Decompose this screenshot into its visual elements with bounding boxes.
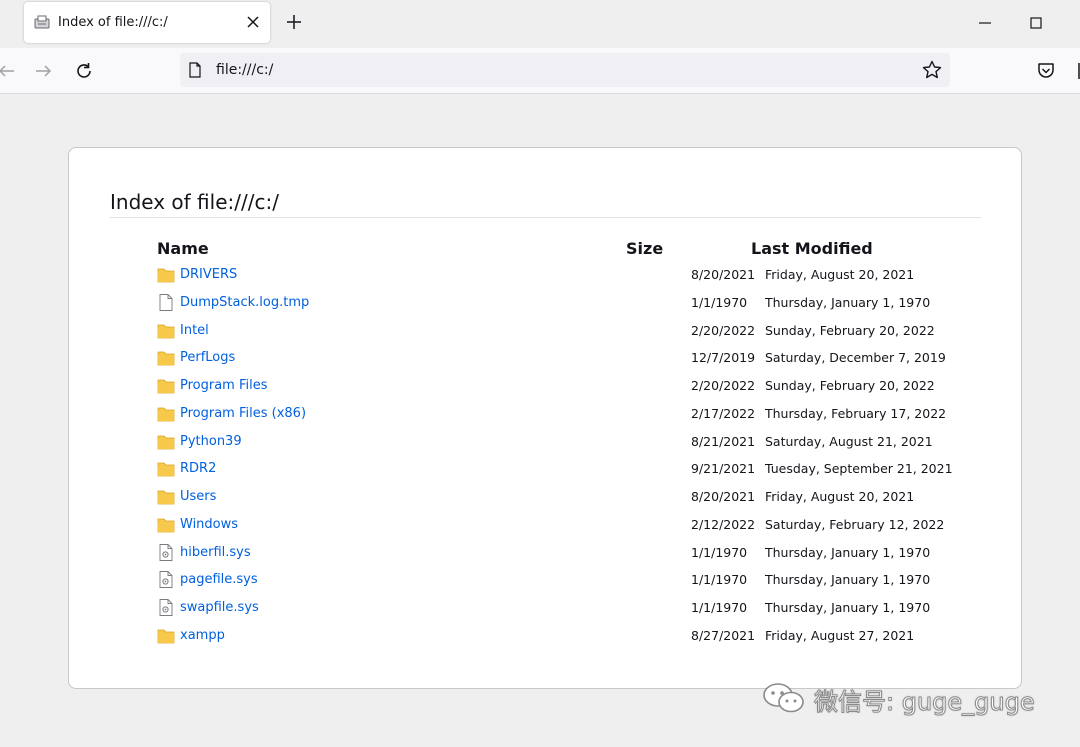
modified-date-full: Saturday, December 7, 2019 (765, 350, 946, 365)
file-list-row[interactable]: PerfLogs 12/7/2019 Saturday, December 7, 2… (157, 346, 957, 370)
file-list-row[interactable]: swapfile.sys 1/1/1970 Thursday, January 1,… (157, 596, 957, 620)
folder-icon (157, 266, 175, 283)
modified-date: 8/21/2021 (691, 434, 756, 449)
modified-date-full: Thursday, January 1, 1970 (765, 600, 931, 615)
pocket-icon[interactable] (1034, 59, 1058, 83)
file-name-link[interactable]: Python39 (180, 434, 242, 449)
file-name-link[interactable]: hiberfil.sys (180, 545, 251, 560)
modified-date: 9/21/2021 (691, 461, 756, 476)
modified-date: 8/27/2021 (691, 628, 756, 643)
divider (110, 217, 981, 218)
tab-active[interactable]: Index of file:///c:/ (24, 2, 270, 43)
folder-icon (157, 488, 175, 505)
modified-date: 12/7/2019 (691, 350, 756, 365)
arrow-right-icon[interactable] (30, 58, 56, 84)
modified-date: 2/20/2022 (691, 323, 756, 338)
file-name-link[interactable]: Users (180, 489, 216, 504)
directory-listing-card: Index of file:///c:/ Name Size Last Modi… (68, 147, 1022, 689)
modified-date-full: Thursday, January 1, 1970 (765, 545, 931, 560)
watermark: 微信号: guge_guge (760, 678, 1060, 718)
modified-date: 1/1/1970 (691, 600, 748, 615)
folder-icon (157, 405, 175, 422)
file-list-row[interactable]: RDR2 9/21/2021 Tuesday, September 21, 2021 (157, 457, 957, 481)
file-name-link[interactable]: PerfLogs (180, 350, 235, 365)
file-list-row[interactable]: hiberfil.sys 1/1/1970 Thursday, January 1,… (157, 541, 957, 565)
folder-icon (157, 349, 175, 366)
tab-title: Index of file:///c:/ (58, 15, 168, 30)
file-name-link[interactable]: xampp (180, 628, 225, 643)
modified-date: 1/1/1970 (691, 545, 748, 560)
reload-icon[interactable] (71, 58, 97, 84)
column-header-last-modified[interactable]: Last Modified (751, 239, 873, 258)
modified-date-full: Friday, August 27, 2021 (765, 628, 915, 643)
file-name-link[interactable]: swapfile.sys (180, 600, 259, 615)
star-icon[interactable] (921, 59, 943, 81)
folder-icon (157, 433, 175, 450)
modified-date: 1/1/1970 (691, 572, 748, 587)
navigation-toolbar: file:///c:/ (0, 48, 1080, 94)
folder-icon (157, 516, 175, 533)
file-list-row[interactable]: DumpStack.log.tmp 1/1/1970 Thursday, Janua… (157, 291, 957, 315)
arrow-left-icon[interactable] (0, 58, 20, 84)
modified-date: 8/20/2021 (691, 489, 756, 504)
modified-date-full: Thursday, January 1, 1970 (765, 572, 931, 587)
file-list-row[interactable]: Users 8/20/2021 Friday, August 20, 2021 (157, 485, 957, 509)
modified-date-full: Sunday, February 20, 2022 (765, 323, 935, 338)
folder-icon (157, 460, 175, 477)
folder-icon (157, 322, 175, 339)
file-name-link[interactable]: DRIVERS (180, 267, 237, 282)
modified-date-full: Sunday, February 20, 2022 (765, 378, 935, 393)
file-list-row[interactable]: pagefile.sys 1/1/1970 Thursday, January 1,… (157, 568, 957, 592)
system-file-icon (157, 571, 175, 588)
file-list-row[interactable]: Python39 8/21/2021 Saturday, August 21, 20… (157, 430, 957, 454)
file-list-row[interactable]: Intel 2/20/2022 Sunday, February 20, 2022 (157, 319, 957, 343)
modified-date: 2/12/2022 (691, 517, 756, 532)
page-title: Index of file:///c:/ (110, 190, 279, 214)
modified-date-full: Saturday, August 21, 2021 (765, 434, 933, 449)
modified-date: 8/20/2021 (691, 267, 756, 282)
watermark-text: 微信号: guge_guge (814, 688, 1036, 717)
printer-page-icon (34, 15, 50, 29)
modified-date-full: Friday, August 20, 2021 (765, 267, 915, 282)
url-bar[interactable]: file:///c:/ (180, 53, 950, 87)
plus-icon[interactable] (282, 10, 306, 34)
modified-date: 1/1/1970 (691, 295, 748, 310)
system-file-icon (157, 599, 175, 616)
file-name-link[interactable]: Intel (180, 323, 209, 338)
column-header-size[interactable]: Size (626, 239, 663, 258)
modified-date: 2/17/2022 (691, 406, 756, 421)
folder-icon (157, 627, 175, 644)
menu-overflow-icon[interactable] (1072, 58, 1080, 84)
minimize-icon[interactable] (970, 8, 1000, 38)
file-name-link[interactable]: Program Files (180, 378, 268, 393)
modified-date: 2/20/2022 (691, 378, 756, 393)
folder-icon (157, 377, 175, 394)
modified-date-full: Thursday, January 1, 1970 (765, 295, 931, 310)
maximize-icon[interactable] (1021, 8, 1051, 38)
page-icon (189, 62, 201, 78)
file-name-link[interactable]: Windows (180, 517, 238, 532)
wechat-icon (763, 683, 804, 713)
file-name-link[interactable]: Program Files (x86) (180, 406, 306, 421)
modified-date-full: Thursday, February 17, 2022 (765, 406, 947, 421)
file-name-link[interactable]: pagefile.sys (180, 572, 258, 587)
file-list-row[interactable]: Windows 2/12/2022 Saturday, February 12, 2… (157, 513, 957, 537)
url-text[interactable]: file:///c:/ (216, 62, 273, 78)
file-list-row[interactable]: Program Files (x86) 2/17/2022 Thursday, Fe… (157, 402, 957, 426)
column-header-name[interactable]: Name (157, 239, 209, 258)
file-name-link[interactable]: RDR2 (180, 461, 216, 476)
file-list-row[interactable]: xampp 8/27/2021 Friday, August 27, 2021 (157, 624, 957, 648)
tab-strip: Index of file:///c:/ (0, 0, 1080, 48)
file-list-row[interactable]: DRIVERS 8/20/2021 Friday, August 20, 2021 (157, 263, 957, 287)
modified-date-full: Tuesday, September 21, 2021 (765, 461, 953, 476)
modified-date-full: Saturday, February 12, 2022 (765, 517, 945, 532)
file-name-link[interactable]: DumpStack.log.tmp (180, 295, 309, 310)
close-icon[interactable] (242, 11, 264, 33)
modified-date-full: Friday, August 20, 2021 (765, 489, 915, 504)
file-list-row[interactable]: Program Files 2/20/2022 Sunday, February 2… (157, 374, 957, 398)
file-icon (157, 294, 175, 311)
system-file-icon (157, 544, 175, 561)
